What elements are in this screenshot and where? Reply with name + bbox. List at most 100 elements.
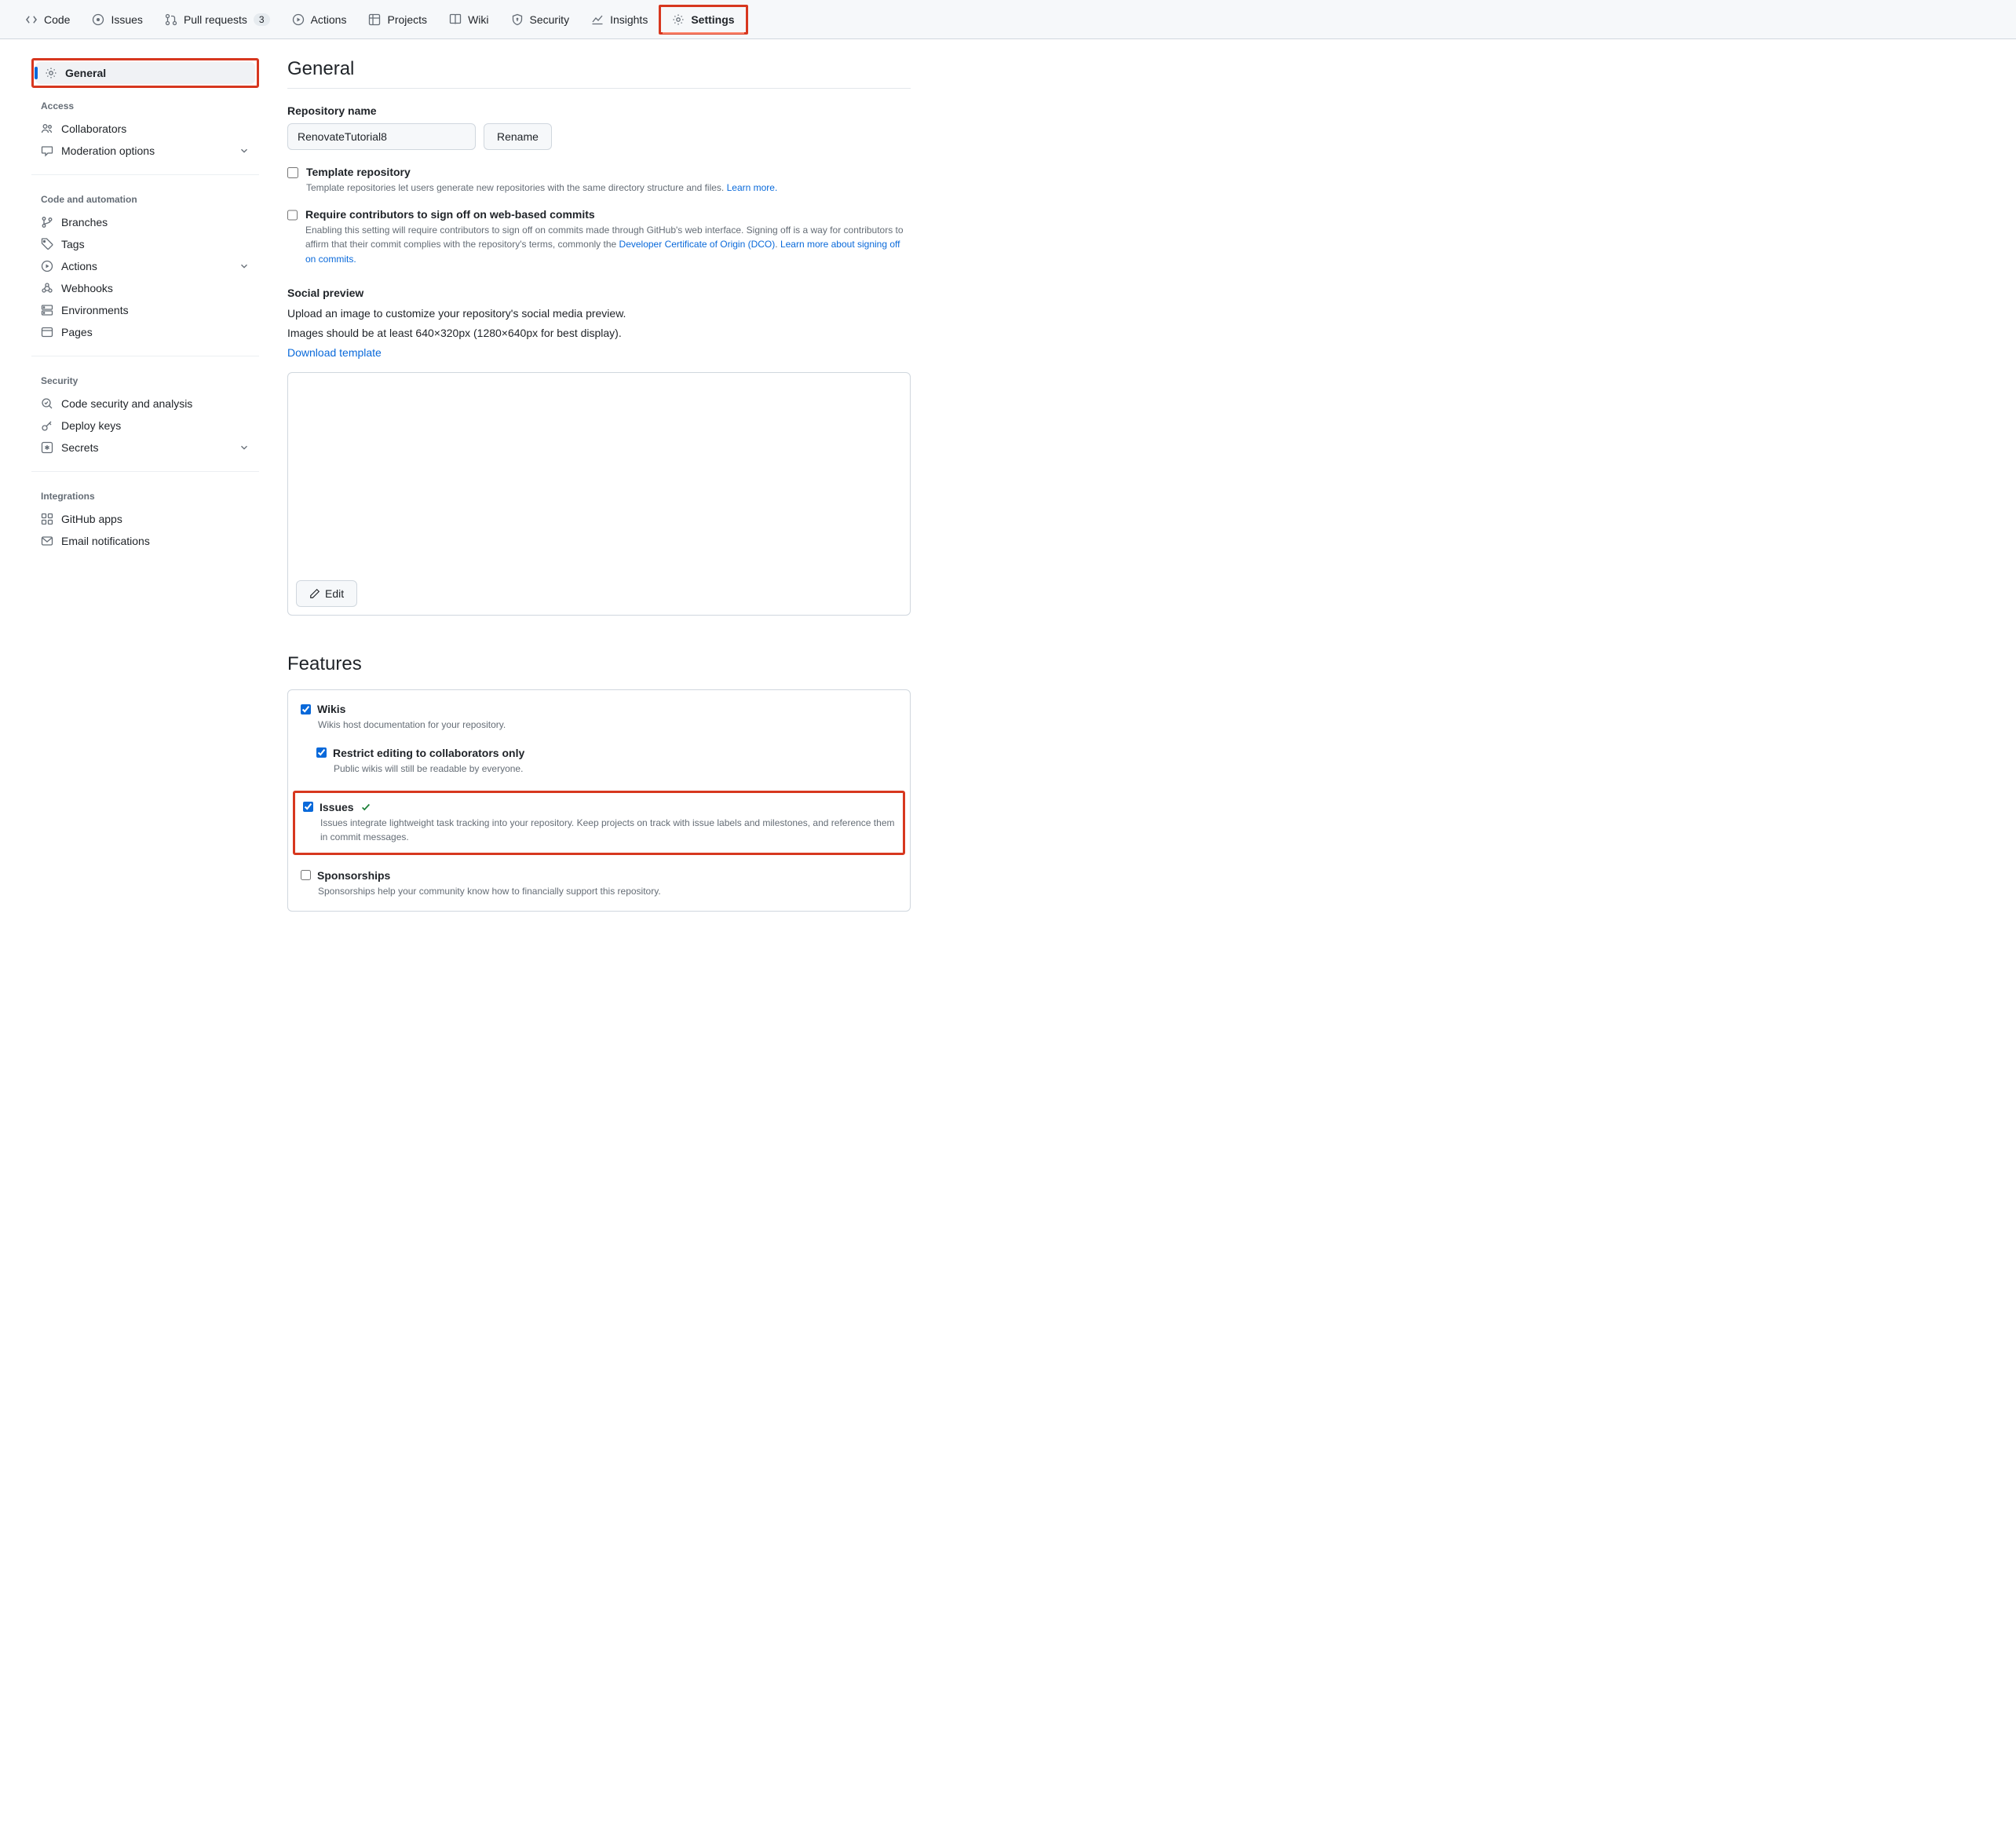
issues-checkbox[interactable] <box>303 802 313 812</box>
sidebar-general-label: General <box>65 67 106 79</box>
social-preview-desc1: Upload an image to customize your reposi… <box>287 305 911 322</box>
sidebar-collaborators[interactable]: Collaborators <box>31 118 259 140</box>
edit-preview-button[interactable]: Edit <box>296 580 357 607</box>
nav-wiki[interactable]: Wiki <box>438 7 499 32</box>
nav-wiki-label: Wiki <box>468 13 488 26</box>
sidebar-actions-label: Actions <box>61 260 97 272</box>
rename-button[interactable]: Rename <box>484 123 552 150</box>
restrict-editing-title: Restrict editing to collaborators only <box>333 747 524 759</box>
sidebar-general[interactable]: General <box>35 62 255 84</box>
wikis-checkbox[interactable] <box>301 704 311 714</box>
sidebar-moderation-label: Moderation options <box>61 144 155 157</box>
sidebar-codesec[interactable]: Code security and analysis <box>31 393 259 415</box>
issue-icon <box>92 13 104 26</box>
page-title: General <box>287 58 911 89</box>
nav-actions[interactable]: Actions <box>281 7 358 32</box>
mail-icon <box>41 535 53 547</box>
nav-projects[interactable]: Projects <box>357 7 438 32</box>
sidebar-webhooks[interactable]: Webhooks <box>31 277 259 299</box>
apps-icon <box>41 513 53 525</box>
signoff-checkbox[interactable] <box>287 210 298 221</box>
sidebar-githubapps-label: GitHub apps <box>61 513 122 525</box>
sidebar-tags[interactable]: Tags <box>31 233 259 255</box>
social-preview-heading: Social preview <box>287 287 911 299</box>
codescan-icon <box>41 397 53 410</box>
template-repo-checkbox[interactable] <box>287 167 298 178</box>
projects-icon <box>368 13 381 26</box>
graph-icon <box>591 13 604 26</box>
server-icon <box>41 304 53 316</box>
pull-request-icon <box>165 13 177 26</box>
nav-pull-requests[interactable]: Pull requests 3 <box>154 7 281 32</box>
sidebar-actions[interactable]: Actions <box>31 255 259 277</box>
book-icon <box>449 13 462 26</box>
nav-issues[interactable]: Issues <box>81 7 153 32</box>
shield-icon <box>511 13 524 26</box>
nav-code[interactable]: Code <box>14 7 81 32</box>
social-preview-box: Edit <box>287 372 911 616</box>
nav-security[interactable]: Security <box>500 7 581 32</box>
dco-link[interactable]: Developer Certificate of Origin (DCO) <box>619 239 776 250</box>
social-preview-desc2: Images should be at least 640×320px (128… <box>287 325 911 342</box>
download-template-link[interactable]: Download template <box>287 346 382 359</box>
template-repo-title: Template repository <box>306 166 777 178</box>
sidebar-secrets-label: Secrets <box>61 441 98 454</box>
restrict-editing-checkbox[interactable] <box>316 747 327 758</box>
sidebar-githubapps[interactable]: GitHub apps <box>31 508 259 530</box>
sidebar-emailnotif-label: Email notifications <box>61 535 150 547</box>
nav-issues-label: Issues <box>111 13 142 26</box>
nav-insights[interactable]: Insights <box>580 7 659 32</box>
sidebar-pages-label: Pages <box>61 326 93 338</box>
sidebar-collaborators-label: Collaborators <box>61 122 126 135</box>
sidebar-pages[interactable]: Pages <box>31 321 259 343</box>
pencil-icon <box>309 588 320 599</box>
sidebar-secrets[interactable]: Secrets <box>31 437 259 459</box>
comment-icon <box>41 144 53 157</box>
nav-projects-label: Projects <box>387 13 427 26</box>
check-icon <box>360 802 371 813</box>
sidebar-deploykeys-label: Deploy keys <box>61 419 121 432</box>
repo-top-nav: Code Issues Pull requests 3 Actions Proj… <box>0 0 2016 39</box>
tag-icon <box>41 238 53 250</box>
issues-desc: Issues integrate lightweight task tracki… <box>320 816 895 845</box>
restrict-editing-desc: Public wikis will still be readable by e… <box>334 762 897 777</box>
repo-name-label: Repository name <box>287 104 911 117</box>
people-icon <box>41 122 53 135</box>
gear-icon <box>672 13 685 26</box>
repo-name-input[interactable] <box>287 123 476 150</box>
nav-settings[interactable]: Settings <box>659 5 747 35</box>
sidebar-codesec-label: Code security and analysis <box>61 397 192 410</box>
sidebar-heading-code: Code and automation <box>31 188 259 211</box>
sidebar-tags-label: Tags <box>61 238 85 250</box>
branch-icon <box>41 216 53 228</box>
issues-title: Issues <box>320 801 354 813</box>
gear-icon <box>45 67 57 79</box>
features-heading: Features <box>287 653 911 675</box>
nav-pr-counter: 3 <box>254 13 270 26</box>
sidebar-general-highlight: General <box>31 58 259 88</box>
nav-actions-label: Actions <box>311 13 347 26</box>
sidebar-branches-label: Branches <box>61 216 108 228</box>
sidebar-emailnotif[interactable]: Email notifications <box>31 530 259 552</box>
code-icon <box>25 13 38 26</box>
play-icon <box>292 13 305 26</box>
asterisk-icon <box>41 441 53 454</box>
nav-security-label: Security <box>530 13 570 26</box>
wikis-desc: Wikis host documentation for your reposi… <box>318 718 897 733</box>
template-repo-desc: Template repositories let users generate… <box>306 181 777 196</box>
sidebar-moderation[interactable]: Moderation options <box>31 140 259 162</box>
nav-pr-label: Pull requests <box>184 13 247 26</box>
sidebar-environments[interactable]: Environments <box>31 299 259 321</box>
sidebar-branches[interactable]: Branches <box>31 211 259 233</box>
play-icon <box>41 260 53 272</box>
sponsorships-checkbox[interactable] <box>301 870 311 880</box>
sidebar-deploykeys[interactable]: Deploy keys <box>31 415 259 437</box>
sponsorships-desc: Sponsorships help your community know ho… <box>318 884 897 899</box>
settings-main: General Repository name Rename Template … <box>287 58 911 912</box>
sidebar-heading-security: Security <box>31 369 259 393</box>
template-learn-link[interactable]: Learn more. <box>727 182 778 193</box>
signoff-desc: Enabling this setting will require contr… <box>305 223 911 267</box>
nav-settings-label: Settings <box>691 13 734 26</box>
sidebar-webhooks-label: Webhooks <box>61 282 113 294</box>
chevron-down-icon <box>239 261 250 272</box>
